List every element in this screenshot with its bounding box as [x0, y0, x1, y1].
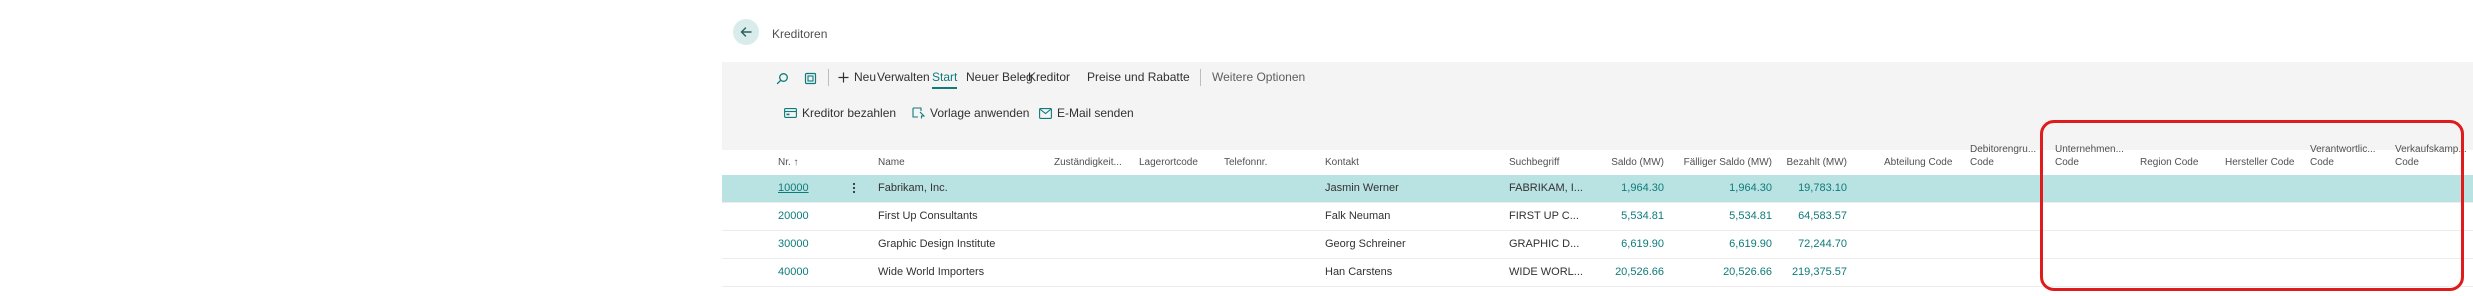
- header-telefonnr[interactable]: Telefonnr.: [1224, 157, 1267, 169]
- new-button[interactable]: Neu: [838, 62, 876, 92]
- header-saldo[interactable]: Saldo (MW): [1602, 157, 1664, 169]
- separator: [828, 69, 829, 86]
- header-name[interactable]: Name: [878, 157, 905, 169]
- action-neuer-beleg[interactable]: Neuer Beleg: [966, 62, 1033, 92]
- page-title: Kreditoren: [772, 27, 828, 41]
- header-nr[interactable]: Nr. ↑: [778, 157, 799, 169]
- header-zustaendigkeit[interactable]: Zuständigkeit...: [1054, 157, 1122, 169]
- cell-nr[interactable]: 20000: [778, 203, 809, 230]
- search-icon: [776, 72, 788, 84]
- cell-name: Graphic Design Institute: [878, 238, 996, 250]
- cell-faelliger-saldo[interactable]: 20,526.66: [1672, 259, 1772, 286]
- header-unternehmen-line1[interactable]: Unternehmen...: [2055, 144, 2124, 156]
- cell-nr[interactable]: 10000: [778, 175, 809, 202]
- cell-name: Fabrikam, Inc.: [878, 182, 948, 194]
- apply-template-button[interactable]: Vorlage anwenden: [912, 98, 1029, 128]
- sub-action-row: Kreditor bezahlen Vorlage anwenden E-Mai…: [722, 98, 2473, 128]
- header-verantwortlich-line1[interactable]: Verantwortlic...: [2310, 144, 2376, 156]
- table-row[interactable]: 20000 First Up Consultants Falk Neuman F…: [722, 203, 2473, 231]
- more-vertical-icon: [852, 182, 856, 194]
- pay-vendor-label: Kreditor bezahlen: [802, 106, 897, 120]
- template-icon: [912, 107, 925, 119]
- cell-bezahlt[interactable]: 19,783.10: [1777, 175, 1847, 202]
- action-row: Neu Verwalten Start Neuer Beleg Kreditor…: [722, 62, 2473, 92]
- header-kontakt[interactable]: Kontakt: [1325, 157, 1359, 169]
- send-email-label: E-Mail senden: [1057, 106, 1134, 120]
- header-faelliger-saldo[interactable]: Fälliger Saldo (MW): [1672, 157, 1772, 169]
- header-debitorengruppe-line1[interactable]: Debitorengru...: [1970, 144, 2036, 156]
- document-icon: [804, 72, 816, 84]
- cell-nr[interactable]: 40000: [778, 259, 809, 286]
- header-unternehmen-line2: Code: [2055, 157, 2079, 168]
- new-button-label: Neu: [854, 70, 877, 84]
- arrow-left-icon: [740, 27, 752, 37]
- cell-saldo[interactable]: 1,964.30: [1602, 175, 1664, 202]
- header-verkaufskampagne-line2: Code: [2395, 157, 2419, 168]
- header-region-code[interactable]: Region Code: [2140, 157, 2198, 169]
- cell-faelliger-saldo[interactable]: 1,964.30: [1672, 175, 1772, 202]
- payment-icon: [784, 108, 797, 118]
- cell-kontakt: Georg Schreiner: [1325, 238, 1406, 250]
- email-icon: [1039, 107, 1052, 119]
- header-bezahlt[interactable]: Bezahlt (MW): [1777, 157, 1847, 169]
- header-verkaufskampagne-line1[interactable]: Verkaufskamp...: [2395, 144, 2467, 156]
- cell-saldo[interactable]: 5,534.81: [1602, 203, 1664, 230]
- apply-template-label: Vorlage anwenden: [930, 106, 1030, 120]
- cell-bezahlt[interactable]: 72,244.70: [1777, 231, 1847, 258]
- plus-icon: [838, 72, 849, 82]
- vendor-table: Nr. ↑ Name Zuständigkeit... Lagerortcode…: [722, 144, 2473, 296]
- table-row[interactable]: 40000 Wide World Importers Han Carstens …: [722, 259, 2473, 287]
- cell-nr[interactable]: 30000: [778, 231, 809, 258]
- header-hersteller-code[interactable]: Hersteller Code: [2225, 157, 2294, 169]
- header-lagerortcode[interactable]: Lagerortcode: [1139, 157, 1198, 169]
- cell-bezahlt[interactable]: 64,583.57: [1777, 203, 1847, 230]
- cell-kontakt: Falk Neuman: [1325, 210, 1391, 222]
- table-row[interactable]: 30000 Graphic Design Institute Georg Sch…: [722, 231, 2473, 259]
- cell-bezahlt[interactable]: 219,375.57: [1777, 259, 1847, 286]
- cell-saldo[interactable]: 20,526.66: [1602, 259, 1664, 286]
- action-kreditor[interactable]: Kreditor: [1028, 62, 1070, 92]
- cell-saldo[interactable]: 6,619.90: [1602, 231, 1664, 258]
- pay-vendor-button[interactable]: Kreditor bezahlen: [784, 98, 896, 128]
- cell-faelliger-saldo[interactable]: 5,534.81: [1672, 203, 1772, 230]
- action-start[interactable]: Start: [932, 62, 958, 92]
- header-abteilung-code[interactable]: Abteilung Code: [1884, 157, 1952, 169]
- cell-suchbegriff: WIDE WORL...: [1509, 266, 1583, 278]
- search-button[interactable]: [772, 68, 792, 88]
- header-debitorengruppe-line2: Code: [1970, 157, 1994, 168]
- cell-name: Wide World Importers: [878, 266, 985, 278]
- header-verantwortlich-line2: Code: [2310, 157, 2334, 168]
- back-button[interactable]: [733, 19, 759, 45]
- table-row[interactable]: 10000 Fabrikam, Inc. Jasmin Werner FABRI…: [722, 175, 2473, 203]
- separator: [1200, 69, 1201, 86]
- more-options-button[interactable]: Weitere Optionen: [1212, 62, 1305, 92]
- page-header: Kreditoren: [722, 0, 2473, 62]
- cell-kontakt: Han Carstens: [1325, 266, 1393, 278]
- cell-suchbegriff: FABRIKAM, I...: [1509, 182, 1583, 194]
- action-preise-und-rabatte[interactable]: Preise und Rabatte: [1087, 62, 1190, 92]
- cell-faelliger-saldo[interactable]: 6,619.90: [1672, 231, 1772, 258]
- vendor-list-page: Kreditoren Neu Verwalten Start Neuer Bel…: [722, 0, 2473, 296]
- command-bar: Neu Verwalten Start Neuer Beleg Kreditor…: [722, 62, 2473, 150]
- cell-name: First Up Consultants: [878, 210, 978, 222]
- row-menu-icon[interactable]: [852, 175, 856, 202]
- send-email-button[interactable]: E-Mail senden: [1039, 98, 1134, 128]
- action-verwalten[interactable]: Verwalten: [877, 62, 930, 92]
- cell-suchbegriff: GRAPHIC D...: [1509, 238, 1580, 250]
- list-view-button[interactable]: [800, 68, 820, 88]
- header-suchbegriff[interactable]: Suchbegriff: [1509, 157, 1559, 169]
- cell-suchbegriff: FIRST UP C...: [1509, 210, 1579, 222]
- cell-kontakt: Jasmin Werner: [1325, 182, 1399, 194]
